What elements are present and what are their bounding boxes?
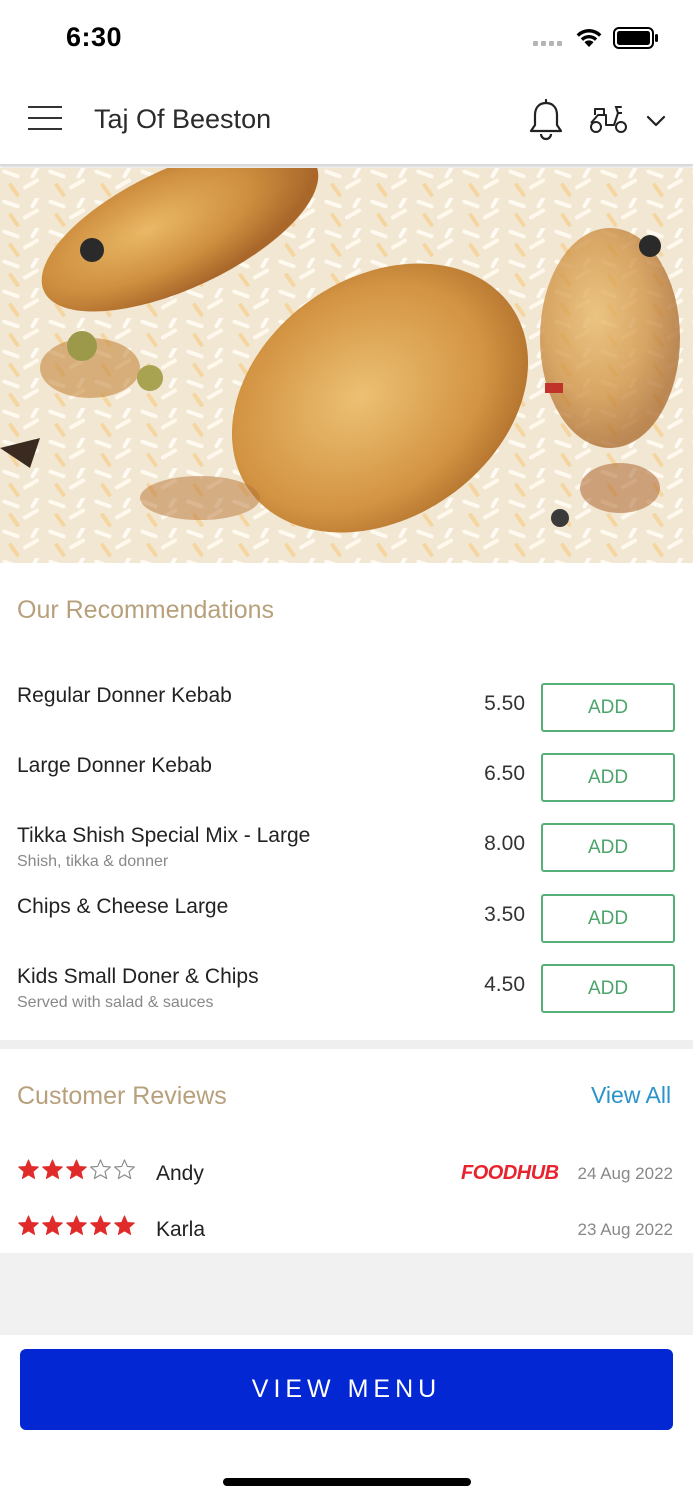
- hamburger-menu-icon[interactable]: [28, 106, 66, 134]
- star-filled-icon: [66, 1159, 87, 1179]
- bell-icon[interactable]: [527, 98, 565, 142]
- view-all-reviews-link[interactable]: View All: [591, 1082, 671, 1109]
- recommendation-item: Large Donner Kebab 6.50 ADD: [0, 753, 693, 814]
- item-price: 8.00: [484, 832, 525, 855]
- star-empty-icon: [90, 1159, 111, 1180]
- review-row: Andy FOODHUB 24 Aug 2022: [0, 1158, 693, 1198]
- scooter-icon[interactable]: [588, 103, 630, 135]
- review-row: Karla 23 Aug 2022: [0, 1214, 693, 1254]
- star-filled-icon: [66, 1215, 87, 1235]
- item-price: 4.50: [484, 973, 525, 996]
- add-button[interactable]: ADD: [541, 753, 675, 802]
- gray-spacer: [0, 1253, 693, 1335]
- review-date: 24 Aug 2022: [577, 1164, 673, 1183]
- item-name: Chips & Cheese Large: [17, 895, 229, 918]
- recommendation-item: Chips & Cheese Large 3.50 ADD: [0, 894, 693, 955]
- recommendation-item: Regular Donner Kebab 5.50 ADD: [0, 683, 693, 744]
- foodhub-logo: FOODHUB: [461, 1162, 559, 1184]
- star-filled-icon: [90, 1215, 111, 1235]
- add-button[interactable]: ADD: [541, 823, 675, 872]
- reviews-title: Customer Reviews: [17, 1082, 227, 1110]
- recommendation-item: Kids Small Doner & Chips Served with sal…: [0, 964, 693, 1025]
- star-filled-icon: [18, 1215, 39, 1235]
- star-empty-icon: [114, 1159, 135, 1180]
- restaurant-title: Taj Of Beeston: [94, 104, 272, 134]
- item-name: Regular Donner Kebab: [17, 684, 232, 707]
- item-name: Tikka Shish Special Mix - Large: [17, 824, 311, 847]
- add-button[interactable]: ADD: [541, 683, 675, 732]
- status-time: 6:30: [66, 22, 123, 52]
- item-description: Served with salad & sauces: [17, 994, 214, 1011]
- hero-food-image: [0, 168, 693, 563]
- cellular-signal-icon: [533, 41, 562, 46]
- review-date: 23 Aug 2022: [577, 1220, 673, 1239]
- recommendation-item: Tikka Shish Special Mix - Large Shish, t…: [0, 823, 693, 884]
- section-divider: [0, 1040, 693, 1049]
- wifi-icon: [576, 29, 602, 47]
- item-name: Large Donner Kebab: [17, 754, 212, 777]
- star-filled-icon: [42, 1159, 63, 1179]
- star-filled-icon: [114, 1215, 135, 1235]
- reviewer-name: Karla: [156, 1218, 206, 1241]
- status-bar: 6:30: [0, 0, 693, 70]
- home-indicator: [223, 1478, 471, 1486]
- add-button[interactable]: ADD: [541, 964, 675, 1013]
- view-menu-button[interactable]: VIEW MENU: [20, 1349, 673, 1430]
- recommendations-title: Our Recommendations: [17, 596, 275, 624]
- chevron-down-icon[interactable]: [646, 114, 666, 128]
- item-price: 3.50: [484, 903, 525, 926]
- reviewer-name: Andy: [156, 1162, 204, 1185]
- add-button[interactable]: ADD: [541, 894, 675, 943]
- app-header: Taj Of Beeston: [0, 74, 693, 166]
- battery-icon: [613, 27, 658, 49]
- rating-stars: [17, 1158, 136, 1181]
- rating-stars: [17, 1214, 136, 1237]
- item-description: Shish, tikka & donner: [17, 853, 169, 870]
- item-name: Kids Small Doner & Chips: [17, 965, 259, 988]
- item-price: 6.50: [484, 762, 525, 785]
- star-filled-icon: [42, 1215, 63, 1235]
- item-price: 5.50: [484, 692, 525, 715]
- star-filled-icon: [18, 1159, 39, 1179]
